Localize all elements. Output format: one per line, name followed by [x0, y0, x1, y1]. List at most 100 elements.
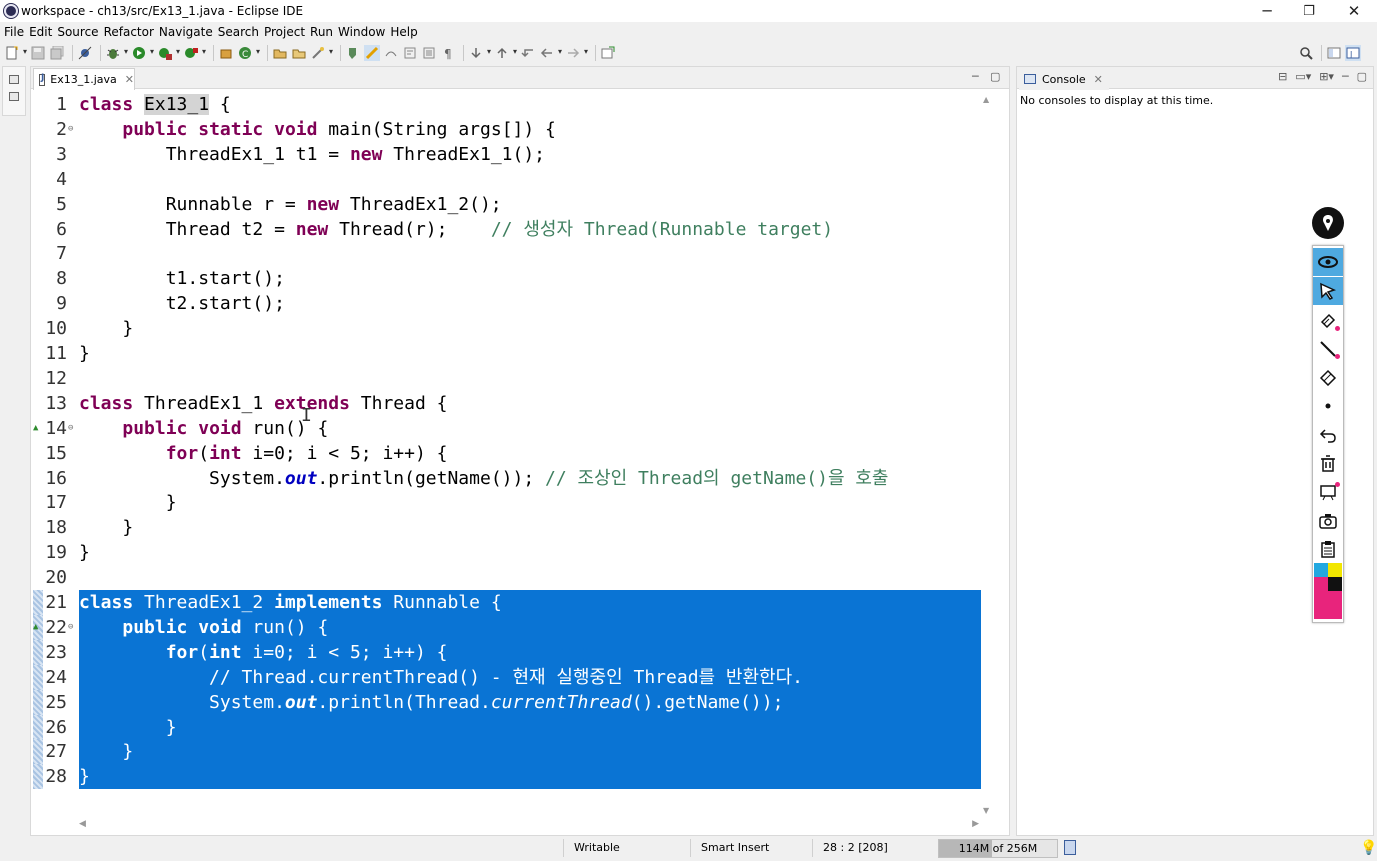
show-whitespace-icon[interactable] [421, 45, 437, 61]
next-annotation-icon[interactable] [468, 45, 491, 61]
code-line[interactable]: 23 for(int i=0; i < 5; i++) { [31, 639, 981, 665]
code-line[interactable]: 20 [31, 565, 981, 590]
heap-status[interactable]: 114M of 256M [938, 839, 1058, 858]
editor-tab-ex13-1[interactable]: Ex13_1.java ✕ [33, 68, 135, 90]
code-line[interactable]: ▲ 14 ⊖ public void run() { [31, 416, 981, 441]
vertical-scrollbar[interactable]: ▲ ▼ [981, 95, 995, 815]
external-tools-icon[interactable] [183, 45, 206, 61]
color-swatch-yellow[interactable] [1328, 563, 1342, 577]
word-wrap-icon[interactable] [402, 45, 418, 61]
save-icon[interactable] [30, 45, 46, 61]
menu-window[interactable]: Window [337, 25, 389, 39]
pen-icon[interactable] [1313, 335, 1343, 363]
console-tab[interactable]: Console ✕ [1019, 68, 1109, 90]
search-icon[interactable] [1298, 45, 1314, 61]
code-line[interactable]: 19} [31, 540, 981, 565]
new-java-class-icon[interactable]: C [237, 45, 260, 61]
highlighter-icon[interactable] [1313, 307, 1343, 335]
scroll-left-icon[interactable]: ◀ [79, 819, 86, 829]
menu-navigate[interactable]: Navigate [158, 25, 217, 39]
code-line[interactable]: 24 // Thread.currentThread() - 현재 실행중인 T… [31, 664, 981, 690]
code-line[interactable]: 26 } [31, 714, 981, 740]
block-selection-icon[interactable] [383, 45, 399, 61]
pin-editor-icon[interactable] [600, 45, 616, 61]
last-edit-location-icon[interactable] [520, 45, 536, 61]
search-flashlight-icon[interactable] [310, 45, 333, 61]
code-line[interactable]: 3 ThreadEx1_1 t1 = new ThreadEx1_1(); [31, 142, 981, 167]
package-explorer-icon[interactable] [9, 92, 19, 101]
color-swatch-magenta[interactable] [1314, 577, 1328, 591]
code-line[interactable]: ▲ 22 ⊖ public void run() { [31, 614, 981, 640]
horizontal-scrollbar[interactable]: ◀ ▶ [79, 819, 979, 831]
code-line[interactable]: 9 t2.start(); [31, 291, 981, 316]
undo-icon[interactable] [1313, 421, 1343, 449]
trash-icon[interactable] [1313, 449, 1343, 477]
menu-search[interactable]: Search [217, 25, 263, 39]
menu-edit[interactable]: Edit [28, 25, 56, 39]
code-line[interactable]: 2 ⊖ public static void main(String args[]… [31, 117, 981, 142]
annotation-logo-icon[interactable] [1312, 207, 1344, 239]
color-swatch-cyan[interactable] [1314, 563, 1328, 577]
open-perspective-icon[interactable] [1326, 45, 1342, 61]
menu-source[interactable]: Source [56, 25, 102, 39]
menu-project[interactable]: Project [263, 25, 309, 39]
code-editor[interactable]: 1 class Ex13_1 {2 ⊖ public static void mai… [31, 90, 981, 820]
code-line[interactable]: 15 for(int i=0; i < 5; i++) { [31, 441, 981, 466]
new-java-package-icon[interactable] [218, 45, 234, 61]
code-line[interactable]: 1 class Ex13_1 { [31, 92, 981, 117]
open-task-icon[interactable] [291, 45, 307, 61]
code-line[interactable]: 13 class ThreadEx1_1 extends Thread { [31, 391, 981, 416]
menu-refactor[interactable]: Refactor [103, 25, 158, 39]
code-line[interactable]: 7 [31, 241, 981, 266]
close-button[interactable]: ✕ [1331, 0, 1377, 22]
skip-breakpoints-icon[interactable] [77, 45, 93, 61]
open-console-icon[interactable]: ⊞▾ [1319, 70, 1334, 83]
minimize-console-icon[interactable]: ─ [1342, 70, 1349, 83]
current-color-swatch[interactable] [1314, 591, 1342, 619]
menu-run[interactable]: Run [309, 25, 337, 39]
maximize-editor-icon[interactable]: ▢ [990, 70, 1000, 83]
eye-icon[interactable] [1313, 248, 1343, 276]
minimize-button[interactable]: ─ [1244, 0, 1290, 22]
scroll-down-icon[interactable]: ▼ [983, 806, 989, 815]
forward-icon[interactable] [565, 45, 588, 61]
previous-annotation-icon[interactable] [494, 45, 517, 61]
toggle-annotation-icon[interactable] [345, 45, 361, 61]
code-line[interactable]: 18 } [31, 515, 981, 540]
restore-icon[interactable] [9, 75, 19, 84]
camera-icon[interactable] [1313, 507, 1343, 535]
display-console-icon[interactable]: ▭▾ [1295, 70, 1311, 83]
code-line[interactable]: 12 [31, 366, 981, 391]
color-swatch-black[interactable] [1328, 577, 1342, 591]
color-palette[interactable] [1314, 563, 1342, 621]
dot-icon[interactable] [1313, 392, 1343, 420]
run-icon[interactable] [131, 45, 154, 61]
open-type-icon[interactable] [272, 45, 288, 61]
fold-toggle-icon[interactable]: ⊖ [68, 615, 73, 640]
maximize-button[interactable]: ❐ [1286, 0, 1332, 22]
whiteboard-icon[interactable] [1313, 478, 1343, 506]
maximize-console-icon[interactable]: ▢ [1357, 70, 1367, 83]
code-line[interactable]: 5 Runnable r = new ThreadEx1_2(); [31, 192, 981, 217]
code-line[interactable]: 4 [31, 167, 981, 192]
code-line[interactable]: 21 class ThreadEx1_2 implements Runnable … [31, 590, 981, 615]
mark-occurrences-icon[interactable] [364, 45, 380, 61]
menu-help[interactable]: Help [389, 25, 421, 39]
save-all-icon[interactable] [49, 45, 65, 61]
pilcrow-icon[interactable]: ¶ [440, 45, 456, 61]
code-line[interactable]: 11} [31, 341, 981, 366]
garbage-collect-icon[interactable] [1064, 840, 1076, 855]
new-icon[interactable] [4, 45, 27, 61]
coverage-icon[interactable] [157, 45, 180, 61]
close-tab-icon[interactable]: ✕ [125, 73, 134, 86]
back-icon[interactable] [539, 45, 562, 61]
lightbulb-icon[interactable]: 💡 [1360, 840, 1377, 856]
code-line[interactable]: 27 } [31, 739, 981, 765]
fold-toggle-icon[interactable]: ⊖ [68, 117, 73, 142]
code-line[interactable]: 8 t1.start(); [31, 266, 981, 291]
pointer-icon[interactable] [1313, 277, 1343, 305]
code-line[interactable]: 6 Thread t2 = new Thread(r); // 생성자 Thre… [31, 217, 981, 242]
code-line[interactable]: 16 System.out.println(getName()); // 조상인… [31, 466, 981, 491]
code-line[interactable]: 28} [31, 764, 981, 790]
debug-icon[interactable] [105, 45, 128, 61]
